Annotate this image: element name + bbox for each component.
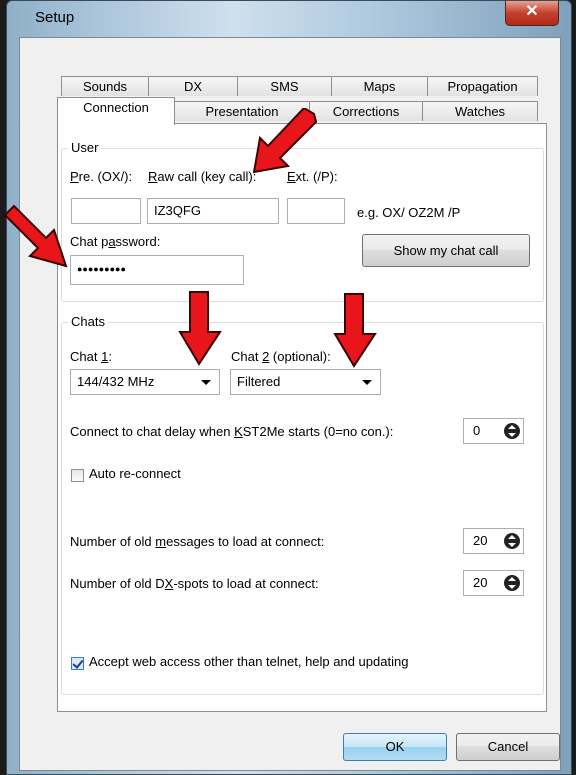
- tab-watches[interactable]: Watches: [422, 101, 538, 121]
- chat2-value: Filtered: [237, 374, 281, 389]
- close-button[interactable]: ✕: [505, 1, 559, 26]
- tab-dx[interactable]: DX: [148, 76, 238, 96]
- delay-value: 0: [473, 423, 481, 438]
- cancel-button[interactable]: Cancel: [456, 733, 560, 761]
- annotation-arrow-chat2: [333, 293, 377, 368]
- old-dxspots-value: 20: [473, 575, 488, 590]
- web-access-label: Accept web access other than telnet, hel…: [89, 654, 409, 669]
- connection-panel: User Pre. (OX/): Raw call (key call): Ex…: [57, 123, 547, 712]
- tab-sounds[interactable]: Sounds: [61, 76, 149, 96]
- auto-reconnect-checkbox[interactable]: [71, 469, 84, 482]
- tab-sms[interactable]: SMS: [237, 76, 332, 96]
- annotation-arrow-raw-call: [252, 108, 318, 174]
- chevron-down-icon: [362, 380, 372, 385]
- example-text: e.g. OX/ OZ2M /P: [357, 205, 461, 220]
- chats-group-title: Chats: [68, 314, 108, 329]
- tab-maps[interactable]: Maps: [331, 76, 428, 96]
- raw-call-label: Raw call (key call):: [148, 169, 257, 184]
- old-dxspots-label: Number of old DX-spots to load at connec…: [70, 576, 319, 591]
- old-messages-label: Number of old messages to load at connec…: [70, 534, 325, 549]
- delay-spinner[interactable]: 0: [463, 418, 524, 444]
- chat-password-input[interactable]: ●●●●●●●●●: [70, 255, 244, 285]
- close-icon: ✕: [525, 3, 539, 20]
- chat2-label: Chat 2 (optional):: [231, 349, 331, 364]
- ok-button[interactable]: OK: [343, 733, 447, 761]
- show-chat-call-button[interactable]: Show my chat call: [362, 234, 530, 267]
- chat2-select[interactable]: Filtered: [230, 369, 381, 395]
- chat1-label: Chat 1:: [70, 349, 112, 364]
- old-dxspots-spinner[interactable]: 20: [463, 570, 524, 596]
- spin-updown-icon[interactable]: [504, 575, 520, 591]
- chat1-select[interactable]: 144/432 MHz: [70, 369, 220, 395]
- title-bar[interactable]: Setup ✕: [7, 1, 571, 37]
- spin-updown-icon[interactable]: [504, 533, 520, 549]
- pre-label: Pre. (OX/):: [70, 169, 133, 184]
- annotation-arrow-chat1: [178, 291, 222, 366]
- web-access-checkbox[interactable]: [71, 657, 84, 670]
- tab-connection[interactable]: Connection: [57, 97, 175, 125]
- spin-updown-icon[interactable]: [504, 423, 520, 439]
- auto-reconnect-label: Auto re-connect: [89, 466, 181, 481]
- user-group-title: User: [68, 140, 102, 155]
- chat1-value: 144/432 MHz: [77, 374, 155, 389]
- tab-propagation[interactable]: Propagation: [427, 76, 538, 96]
- ext-input[interactable]: [287, 198, 345, 224]
- delay-label: Connect to chat delay when KST2Me starts…: [70, 424, 394, 439]
- raw-call-input[interactable]: IZ3QFG: [147, 198, 279, 224]
- tab-corrections[interactable]: Corrections: [309, 101, 423, 121]
- annotation-arrow-password: [1, 204, 68, 268]
- pre-input[interactable]: [71, 198, 141, 224]
- chevron-down-icon: [201, 380, 211, 385]
- old-messages-value: 20: [473, 533, 488, 548]
- old-messages-spinner[interactable]: 20: [463, 528, 524, 554]
- chat-password-label: Chat password:: [70, 234, 161, 249]
- window-title: Setup: [35, 9, 75, 26]
